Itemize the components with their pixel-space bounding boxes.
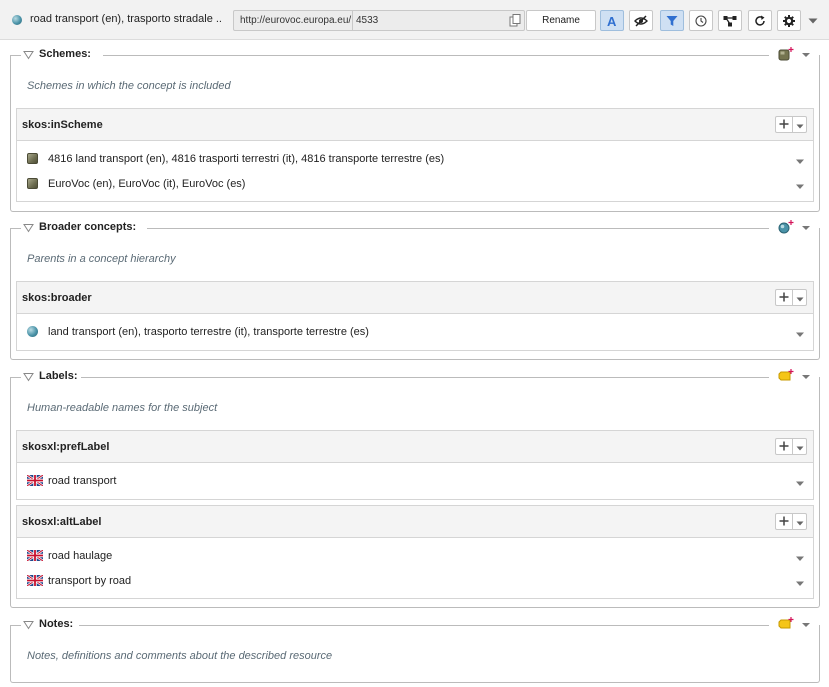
- chevron-down-icon[interactable]: [795, 478, 805, 486]
- section-description: Human-readable names for the subject: [27, 402, 218, 414]
- list-item[interactable]: road transport: [17, 469, 813, 494]
- property-menu-button[interactable]: [793, 438, 807, 455]
- schemes-section: Schemes: Schemes in which the concept is…: [10, 46, 820, 212]
- rename-button[interactable]: Rename: [526, 10, 596, 31]
- value-text[interactable]: road transport: [48, 475, 116, 487]
- uri-field[interactable]: http://eurovoc.europa.eu/ 4533: [233, 10, 525, 31]
- plus-icon: [779, 439, 789, 454]
- chevron-down-icon[interactable]: [795, 553, 805, 561]
- collapse-toggle-icon[interactable]: [23, 372, 34, 382]
- labels-section: Labels: Human-readable names for the sub…: [10, 368, 820, 608]
- chevron-down-icon: [796, 514, 804, 529]
- add-note-icon[interactable]: [777, 616, 795, 632]
- add-concept-icon[interactable]: [777, 219, 795, 235]
- property-menu-button[interactable]: [793, 513, 807, 530]
- list-item[interactable]: road haulage: [17, 544, 813, 569]
- show-labels-button[interactable]: A: [600, 10, 624, 31]
- chevron-down-icon[interactable]: [806, 14, 820, 28]
- chevron-down-icon: [796, 290, 804, 305]
- svg-text:A: A: [607, 14, 617, 28]
- uri-namespace: http://eurovoc.europa.eu/: [240, 15, 352, 26]
- property-name: skosxl:prefLabel: [22, 441, 110, 453]
- add-value-button[interactable]: [775, 116, 793, 133]
- graph-view-button[interactable]: [718, 10, 742, 31]
- clock-icon: [695, 14, 707, 27]
- property-name: skos:broader: [22, 292, 92, 304]
- section-menu-chevron-icon[interactable]: [801, 50, 811, 60]
- graph-icon: [723, 15, 737, 27]
- concept-title: road transport (en), trasporto stradale …: [30, 13, 222, 25]
- refresh-button[interactable]: [748, 10, 772, 31]
- chevron-down-icon: [796, 117, 804, 132]
- value-text[interactable]: land transport (en), trasporto terrestre…: [48, 326, 369, 338]
- section-description: Parents in a concept hierarchy: [27, 253, 176, 265]
- value-text[interactable]: 4816 land transport (en), 4816 trasporti…: [48, 153, 444, 165]
- section-menu-chevron-icon[interactable]: [801, 620, 811, 630]
- value-text[interactable]: road haulage: [48, 550, 112, 562]
- section-description: Schemes in which the concept is included: [27, 80, 231, 92]
- scheme-icon: [27, 178, 38, 189]
- settings-button[interactable]: [777, 10, 801, 31]
- chevron-down-icon[interactable]: [795, 181, 805, 189]
- history-button[interactable]: [689, 10, 713, 31]
- broader-concepts-section: Broader concepts: Parents in a concept h…: [10, 219, 820, 360]
- filter-icon: [666, 15, 678, 27]
- concept-icon: [12, 15, 22, 25]
- copy-icon[interactable]: [509, 14, 521, 27]
- collapse-toggle-icon[interactable]: [23, 50, 34, 60]
- notes-section: Notes: Notes, definitions and comments a…: [10, 616, 820, 683]
- property-skosxl-altlabel: skosxl:altLabel road haulage transport b…: [16, 505, 814, 599]
- property-skosxl-preflabel: skosxl:prefLabel road transport: [16, 430, 814, 500]
- refresh-icon: [754, 15, 766, 27]
- section-title: Labels:: [39, 370, 81, 382]
- uk-flag-icon: [26, 474, 44, 487]
- property-menu-button[interactable]: [793, 116, 807, 133]
- property-name: skosxl:altLabel: [22, 516, 102, 528]
- font-icon: A: [605, 14, 619, 28]
- list-item[interactable]: 4816 land transport (en), 4816 trasporti…: [17, 147, 813, 172]
- list-item[interactable]: transport by road: [17, 569, 813, 594]
- section-menu-chevron-icon[interactable]: [801, 223, 811, 233]
- hide-inferred-button[interactable]: [629, 10, 653, 31]
- add-scheme-icon[interactable]: [777, 46, 795, 62]
- section-title: Broader concepts:: [39, 221, 140, 233]
- uk-flag-icon: [26, 574, 44, 587]
- scheme-icon: [27, 153, 38, 164]
- property-skos-inscheme: skos:inScheme 4816 land transport (en), …: [16, 108, 814, 202]
- plus-icon: [779, 117, 789, 132]
- uk-flag-icon: [26, 549, 44, 562]
- concept-icon: [27, 326, 38, 337]
- property-name: skos:inScheme: [22, 119, 103, 131]
- chevron-down-icon: [796, 439, 804, 454]
- chevron-down-icon[interactable]: [795, 578, 805, 586]
- uri-local-name-input[interactable]: 4533: [356, 15, 378, 26]
- list-item[interactable]: EuroVoc (en), EuroVoc (it), EuroVoc (es): [17, 172, 813, 197]
- section-description: Notes, definitions and comments about th…: [27, 650, 333, 662]
- plus-icon: [779, 514, 789, 529]
- list-item[interactable]: land transport (en), trasporto terrestre…: [17, 320, 813, 345]
- section-title: Notes:: [39, 618, 77, 630]
- gear-icon: [783, 14, 795, 27]
- value-text[interactable]: EuroVoc (en), EuroVoc (it), EuroVoc (es): [48, 178, 245, 190]
- property-menu-button[interactable]: [793, 289, 807, 306]
- chevron-down-icon[interactable]: [795, 156, 805, 164]
- section-menu-chevron-icon[interactable]: [801, 372, 811, 382]
- section-title: Schemes:: [39, 48, 94, 60]
- collapse-toggle-icon[interactable]: [23, 620, 34, 630]
- add-value-button[interactable]: [775, 513, 793, 530]
- value-text[interactable]: transport by road: [48, 575, 131, 587]
- filter-button[interactable]: [660, 10, 684, 31]
- eye-slash-icon: [634, 14, 648, 27]
- plus-icon: [779, 290, 789, 305]
- collapse-toggle-icon[interactable]: [23, 223, 34, 233]
- add-label-icon[interactable]: [777, 368, 795, 384]
- property-skos-broader: skos:broader land transport (en), traspo…: [16, 281, 814, 351]
- chevron-down-icon[interactable]: [795, 329, 805, 337]
- resource-toolbar: road transport (en), trasporto stradale …: [0, 0, 829, 40]
- add-value-button[interactable]: [775, 438, 793, 455]
- add-value-button[interactable]: [775, 289, 793, 306]
